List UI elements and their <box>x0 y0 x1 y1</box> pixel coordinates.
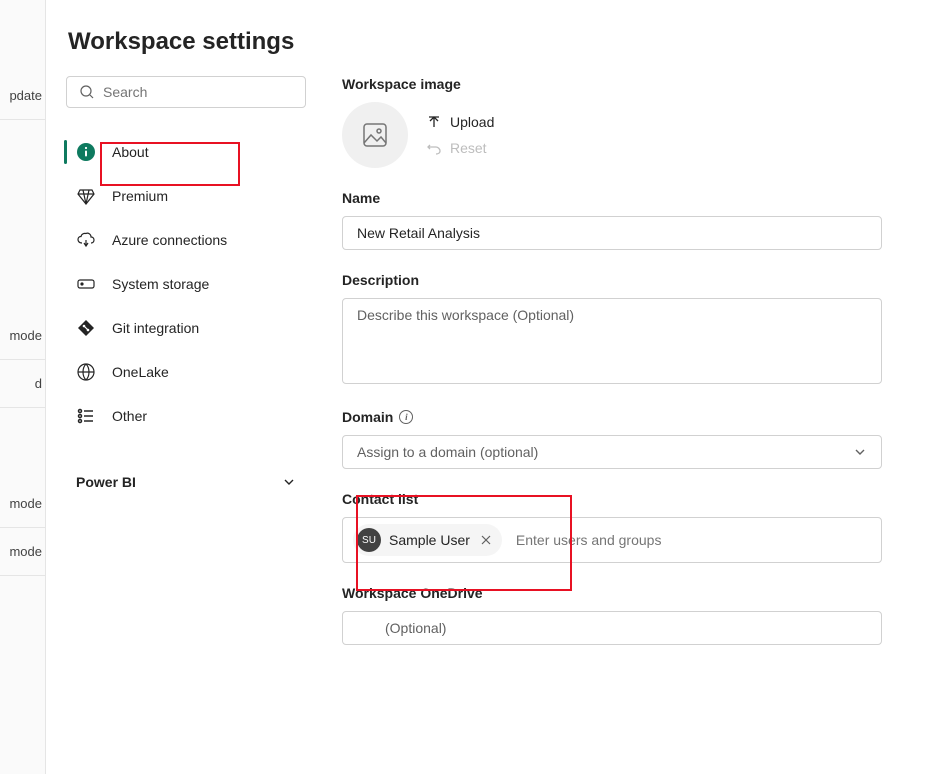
domain-label: Domain i <box>342 409 882 425</box>
contact-text-input[interactable] <box>512 528 871 552</box>
image-icon <box>361 121 389 149</box>
settings-content: Workspace image Upload Reset <box>342 76 882 667</box>
sidebar-item-premium[interactable]: Premium <box>66 174 306 218</box>
cloud-icon <box>76 230 96 250</box>
workspace-image-actions: Upload Reset <box>426 114 494 156</box>
chevron-down-icon <box>853 445 867 459</box>
sidebar-section-powerbi[interactable]: Power BI <box>66 466 306 498</box>
name-input[interactable] <box>342 216 882 250</box>
settings-sidebar: About Premium Azure connections System s… <box>66 76 306 667</box>
search-box[interactable] <box>66 76 306 108</box>
sidebar-item-label: Other <box>112 408 147 424</box>
sidebar-item-about[interactable]: About <box>66 130 306 174</box>
sidebar-section-label: Power BI <box>76 474 136 490</box>
sidebar-item-label: System storage <box>112 276 209 292</box>
sidebar-item-label: About <box>112 144 149 160</box>
bg-cell: pdate <box>0 72 46 120</box>
domain-group: Domain i Assign to a domain (optional) <box>342 409 882 469</box>
remove-chip-button[interactable] <box>478 532 494 548</box>
workspace-image-label: Workspace image <box>342 76 882 92</box>
onelake-icon <box>76 362 96 382</box>
bg-cell: mode <box>0 312 46 360</box>
upload-button[interactable]: Upload <box>426 114 494 130</box>
description-group: Description <box>342 272 882 387</box>
description-input[interactable] <box>342 298 882 384</box>
onedrive-input[interactable] <box>342 611 882 645</box>
workspace-image-group: Workspace image Upload Reset <box>342 76 882 168</box>
settings-panel: Workspace settings About Premiu <box>46 0 950 774</box>
sidebar-item-onelake[interactable]: OneLake <box>66 350 306 394</box>
close-icon <box>481 535 491 545</box>
info-icon[interactable]: i <box>399 410 413 424</box>
sidebar-item-label: OneLake <box>112 364 169 380</box>
description-label: Description <box>342 272 882 288</box>
workspace-image-placeholder <box>342 102 408 168</box>
onedrive-group: Workspace OneDrive <box>342 585 882 645</box>
sidebar-item-other[interactable]: Other <box>66 394 306 438</box>
contact-list-label: Contact list <box>342 491 882 507</box>
workspace-image-row: Upload Reset <box>342 102 882 168</box>
name-group: Name <box>342 190 882 250</box>
contact-chip: SU Sample User <box>353 524 502 556</box>
reset-label: Reset <box>450 140 487 156</box>
search-icon <box>79 84 95 100</box>
sidebar-item-azure[interactable]: Azure connections <box>66 218 306 262</box>
domain-placeholder: Assign to a domain (optional) <box>357 444 538 460</box>
sidebar-item-label: Premium <box>112 188 168 204</box>
sidebar-item-label: Git integration <box>112 320 199 336</box>
bg-cell: d <box>0 360 46 408</box>
storage-icon <box>76 274 96 294</box>
domain-select[interactable]: Assign to a domain (optional) <box>342 435 882 469</box>
reset-button: Reset <box>426 140 494 156</box>
chevron-down-icon <box>282 475 296 489</box>
sidebar-item-git[interactable]: Git integration <box>66 306 306 350</box>
settings-list-icon <box>76 406 96 426</box>
sidebar-item-label: Azure connections <box>112 232 227 248</box>
page-title: Workspace settings <box>68 28 914 56</box>
avatar: SU <box>357 528 381 552</box>
diamond-icon <box>76 186 96 206</box>
bg-cell: mode <box>0 480 46 528</box>
upload-label: Upload <box>450 114 494 130</box>
bg-cell: mode <box>0 528 46 576</box>
sidebar-item-storage[interactable]: System storage <box>66 262 306 306</box>
contact-list-input[interactable]: SU Sample User <box>342 517 882 563</box>
name-label: Name <box>342 190 882 206</box>
background-column: pdate moded mode mode <box>0 0 46 774</box>
contact-chip-label: Sample User <box>389 532 470 548</box>
info-circle-icon <box>76 142 96 162</box>
upload-icon <box>426 114 442 130</box>
panel-body: About Premium Azure connections System s… <box>66 76 914 667</box>
git-icon <box>76 318 96 338</box>
onedrive-label: Workspace OneDrive <box>342 585 882 601</box>
contact-list-group: Contact list SU Sample User <box>342 491 882 563</box>
undo-icon <box>426 140 442 156</box>
search-input[interactable] <box>103 84 293 100</box>
